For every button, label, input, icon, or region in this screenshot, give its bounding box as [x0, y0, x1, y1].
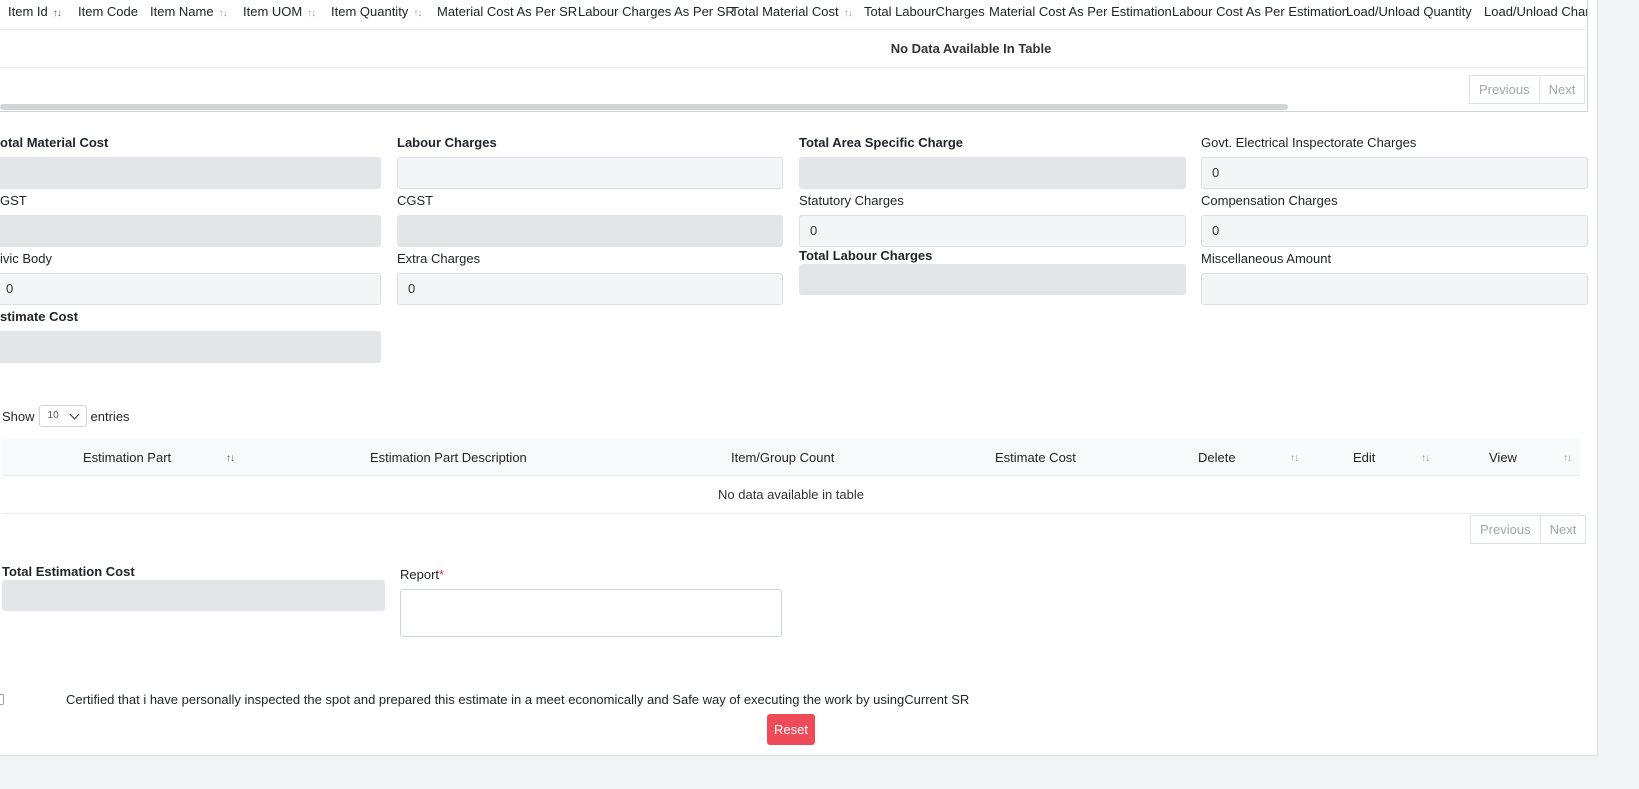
estimate-cost-field[interactable]	[0, 331, 381, 363]
civic-body-label: ivic Body	[0, 251, 53, 266]
col-material-cost-sr[interactable]: Material Cost As Per SR	[437, 0, 577, 30]
civic-body-field[interactable]: 0	[0, 273, 381, 305]
miscellaneous-amount-field[interactable]	[1201, 273, 1588, 305]
sort-asc-icon: ↑↓	[52, 8, 62, 19]
item-table: Item Id ↑↓ Item Code Item Name ↑↓ Item UOM…	[0, 0, 1588, 112]
total-estimation-cost-field[interactable]	[2, 580, 385, 611]
reset-button[interactable]: Reset	[767, 714, 815, 745]
show-label: Show	[2, 408, 35, 424]
sort-icon: ↑↓	[1421, 453, 1430, 464]
govt-electrical-charges-field[interactable]: 0	[1201, 157, 1588, 189]
total-estimation-cost-label: Total Estimation Cost	[2, 564, 135, 579]
estimation-table-empty-row: No data available in table	[2, 476, 1580, 514]
entries-label: entries	[90, 408, 130, 424]
estimation-table-previous-button[interactable]: Previous	[1470, 515, 1541, 544]
total-material-cost-field[interactable]	[0, 157, 381, 189]
total-material-cost-label: otal Material Cost	[0, 135, 109, 150]
required-mark: *	[439, 567, 445, 582]
sgst-label: GST	[0, 193, 27, 208]
sort-asc-icon: ↑↓	[226, 453, 235, 464]
statutory-charges-field[interactable]: 0	[799, 215, 1186, 247]
estimation-parts-table: Estimation Part ↑↓ Estimation Part Descr…	[2, 439, 1580, 514]
horizontal-scrollbar[interactable]	[0, 104, 1288, 110]
col-material-cost-estimation[interactable]: Material Cost As Per Estimation	[989, 0, 1172, 30]
chevron-down-icon	[69, 409, 79, 420]
col-load-unload-charges[interactable]: Load/Unload Charg	[1484, 0, 1587, 30]
sort-icon: ↑↓	[843, 8, 853, 19]
item-table-previous-button[interactable]: Previous	[1469, 75, 1540, 104]
entries-select[interactable]: 10	[38, 405, 87, 427]
col-labour-charges-sr[interactable]: Labour Charges As Per SR	[578, 0, 735, 30]
col-item-quantity[interactable]: Item Quantity ↑↓	[331, 0, 422, 30]
total-area-specific-charge-field[interactable]	[799, 157, 1186, 189]
labour-charges-label: Labour Charges	[397, 135, 497, 150]
col-item-name[interactable]: Item Name ↑↓	[150, 0, 228, 30]
miscellaneous-amount-label: Miscellaneous Amount	[1201, 251, 1332, 266]
item-table-pagination: Previous Next	[1469, 75, 1586, 104]
report-input[interactable]	[400, 589, 782, 637]
statutory-charges-label: Statutory Charges	[799, 193, 904, 208]
col-edit[interactable]: Edit	[1353, 439, 1375, 476]
col-estimation-part[interactable]: Estimation Part	[83, 439, 171, 476]
estimation-table-header: Estimation Part ↑↓ Estimation Part Descr…	[2, 439, 1580, 476]
certification-checkbox[interactable]	[0, 694, 4, 705]
col-estimation-part-description[interactable]: Estimation Part Description	[370, 439, 527, 476]
col-load-unload-quantity[interactable]: Load/Unload Quantity	[1346, 0, 1472, 30]
item-table-next-button[interactable]: Next	[1539, 75, 1586, 104]
col-delete[interactable]: Delete	[1198, 439, 1236, 476]
col-total-material-cost[interactable]: Total Material Cost ↑↓	[731, 0, 853, 30]
sort-icon: ↑↓	[307, 8, 316, 19]
col-view[interactable]: View	[1489, 439, 1517, 476]
col-labour-cost-estimation[interactable]: Labour Cost As Per Estimation	[1172, 0, 1349, 30]
sort-icon: ↑↓	[413, 8, 422, 19]
extra-charges-field[interactable]: 0	[397, 273, 783, 305]
col-item-id[interactable]: Item Id ↑↓	[8, 0, 62, 30]
estimation-form-card: Item Id ↑↓ Item Code Item Name ↑↓ Item UOM…	[0, 0, 1598, 756]
certification-text: Certified that i have personally inspect…	[66, 692, 970, 707]
sort-icon: ↑↓	[218, 8, 228, 19]
govt-electrical-charges-label: Govt. Electrical Inspectorate Charges	[1201, 135, 1417, 150]
compensation-charges-field[interactable]: 0	[1201, 215, 1588, 247]
sort-icon: ↑↓	[1290, 453, 1299, 464]
estimation-table-pagination: Previous Next	[1470, 515, 1587, 544]
labour-charges-field[interactable]	[397, 157, 783, 189]
total-area-specific-charge-label: Total Area Specific Charge	[799, 135, 963, 150]
extra-charges-label: Extra Charges	[397, 251, 481, 266]
estimate-cost-label: stimate Cost	[0, 309, 79, 324]
col-item-uom[interactable]: Item UOM ↑↓	[243, 0, 316, 30]
compensation-charges-label: Compensation Charges	[1201, 193, 1338, 208]
report-label: Report*	[400, 567, 445, 582]
cgst-field[interactable]	[397, 215, 783, 247]
sort-icon: ↑↓	[1563, 453, 1572, 464]
item-table-empty-row: No Data Available In Table	[0, 30, 1587, 68]
col-item-group-count[interactable]: Item/Group Count	[731, 439, 834, 476]
show-entries-control: Show 10 entries	[2, 405, 130, 427]
entries-select-value: 10	[47, 410, 59, 421]
col-item-code[interactable]: Item Code	[78, 0, 138, 30]
sgst-field[interactable]	[0, 215, 381, 247]
item-table-header: Item Id ↑↓ Item Code Item Name ↑↓ Item UOM…	[0, 0, 1587, 30]
estimation-table-next-button[interactable]: Next	[1540, 515, 1587, 544]
col-estimate-cost[interactable]: Estimate Cost	[995, 439, 1076, 476]
total-labour-charges-field[interactable]	[799, 264, 1186, 295]
total-labour-charges-label: Total Labour Charges	[799, 248, 933, 263]
cgst-label: CGST	[397, 193, 434, 208]
col-total-labour-charges[interactable]: Total LabourCharges	[864, 0, 985, 30]
